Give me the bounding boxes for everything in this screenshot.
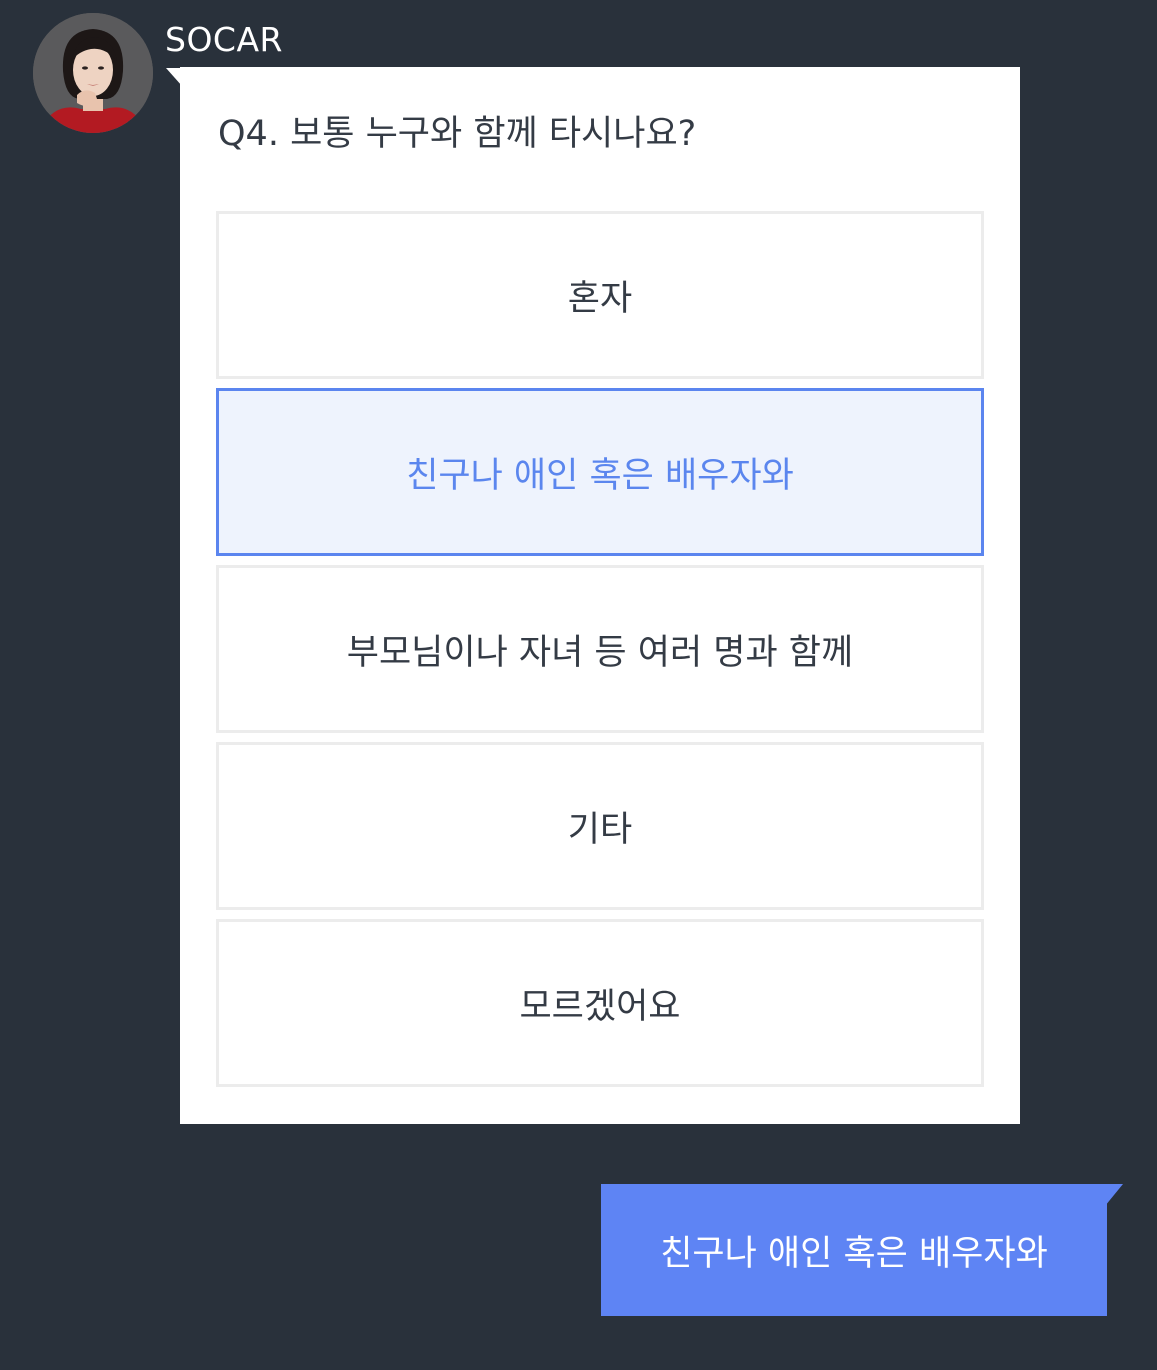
avatar-photo xyxy=(33,13,153,133)
question-title: Q4. 보통 누구와 함께 타시나요? xyxy=(218,114,697,154)
reply-bubble: 친구나 애인 혹은 배우자와 xyxy=(601,1184,1107,1316)
question-card: Q4. 보통 누구와 함께 타시나요? 혼자 친구나 애인 혹은 배우자와 부모… xyxy=(180,67,1020,1124)
reply-tail xyxy=(1105,1184,1123,1206)
option-alone[interactable]: 혼자 xyxy=(216,211,984,379)
sender-name: SOCAR xyxy=(165,20,283,59)
sender-avatar[interactable] xyxy=(33,13,153,133)
option-unknown[interactable]: 모르겠어요 xyxy=(216,919,984,1087)
option-partner[interactable]: 친구나 애인 혹은 배우자와 xyxy=(216,388,984,556)
option-family[interactable]: 부모님이나 자녀 등 여러 명과 함께 xyxy=(216,565,984,733)
option-other[interactable]: 기타 xyxy=(216,742,984,910)
options-list: 혼자 친구나 애인 혹은 배우자와 부모님이나 자녀 등 여러 명과 함께 기타… xyxy=(216,211,984,1096)
